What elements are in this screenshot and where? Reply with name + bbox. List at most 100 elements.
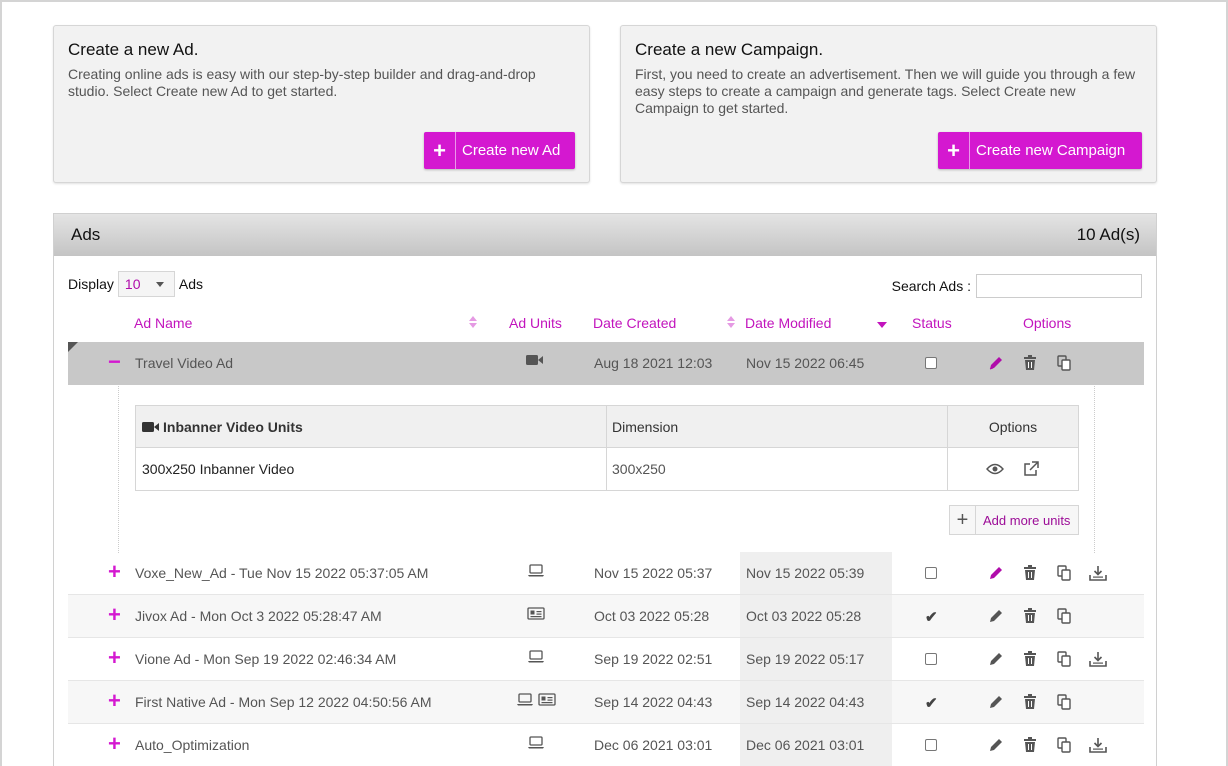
col-date-created[interactable]: Date Created bbox=[593, 315, 676, 331]
col-status[interactable]: Status bbox=[912, 315, 952, 331]
col-date-modified[interactable]: Date Modified bbox=[745, 315, 831, 331]
create-ad-card: Create a new Ad. Creating online ads is … bbox=[53, 25, 590, 183]
plus-icon: + bbox=[424, 132, 456, 169]
expand-icon[interactable]: + bbox=[108, 561, 121, 583]
table-row-selected[interactable]: − Travel Video Ad Aug 18 2021 12:03 Nov … bbox=[68, 342, 1144, 385]
date-modified: Dec 06 2021 03:01 bbox=[746, 737, 865, 753]
date-created: Dec 06 2021 03:01 bbox=[594, 737, 713, 753]
trash-icon[interactable] bbox=[1020, 736, 1040, 754]
search-input[interactable] bbox=[976, 274, 1142, 298]
create-new-ad-button[interactable]: + Create new Ad bbox=[424, 132, 575, 169]
add-more-units-button[interactable]: + Add more units bbox=[949, 505, 1079, 535]
collapse-icon[interactable]: − bbox=[108, 351, 121, 373]
sort-icon[interactable] bbox=[468, 315, 478, 329]
table-row[interactable]: + Jivox Ad - Mon Oct 3 2022 05:28:47 AM … bbox=[68, 595, 1144, 638]
table-row[interactable]: + Voxe_New_Ad - Tue Nov 15 2022 05:37:05… bbox=[68, 552, 1144, 595]
display-count-select[interactable]: 10 bbox=[117, 271, 175, 297]
sort-icon[interactable] bbox=[726, 315, 736, 329]
table-row[interactable]: + Vione Ad - Mon Sep 19 2022 02:46:34 AM… bbox=[68, 638, 1144, 681]
date-created: Oct 03 2022 05:28 bbox=[594, 608, 710, 624]
date-modified: Oct 03 2022 05:28 bbox=[746, 608, 862, 624]
trash-icon[interactable] bbox=[1020, 650, 1040, 668]
edit-pencil-icon[interactable] bbox=[986, 564, 1006, 582]
status-checkbox[interactable] bbox=[925, 355, 937, 372]
eye-icon[interactable] bbox=[985, 460, 1005, 478]
display-control: Display 10 Ads bbox=[68, 271, 203, 297]
expand-icon[interactable]: + bbox=[108, 604, 121, 626]
create-campaign-description: First, you need to create an advertiseme… bbox=[635, 66, 1136, 116]
trash-icon[interactable] bbox=[1020, 607, 1040, 625]
status-checkbox[interactable] bbox=[925, 739, 937, 751]
edit-pencil-icon[interactable] bbox=[986, 354, 1006, 372]
ad-units bbox=[527, 607, 545, 620]
create-ad-title: Create a new Ad. bbox=[68, 40, 199, 59]
expand-icon[interactable]: + bbox=[108, 690, 121, 712]
date-created: Sep 19 2022 02:51 bbox=[594, 651, 713, 667]
row-options bbox=[986, 354, 1074, 372]
ads-panel-header: Ads 10 Ad(s) bbox=[54, 214, 1156, 256]
copy-icon[interactable] bbox=[1054, 354, 1074, 372]
ad-units bbox=[516, 693, 556, 706]
page-frame: Create a new Ad. Creating online ads is … bbox=[0, 0, 1228, 766]
trash-icon[interactable] bbox=[1020, 354, 1040, 372]
status-cell: ✔ bbox=[925, 694, 938, 712]
copy-icon[interactable] bbox=[1054, 736, 1074, 754]
expand-icon[interactable]: + bbox=[108, 733, 121, 755]
copy-icon[interactable] bbox=[1054, 650, 1074, 668]
download-icon[interactable] bbox=[1088, 650, 1108, 668]
edit-pencil-icon[interactable] bbox=[986, 736, 1006, 754]
col-ad-name[interactable]: Ad Name bbox=[134, 315, 192, 331]
date-created: Aug 18 2021 12:03 bbox=[594, 355, 713, 371]
create-ad-description: Creating online ads is easy with our ste… bbox=[68, 66, 536, 99]
create-new-campaign-button[interactable]: + Create new Campaign bbox=[938, 132, 1142, 169]
laptop-icon bbox=[516, 693, 534, 706]
ad-name[interactable]: Jivox Ad - Mon Oct 3 2022 05:28:47 AM bbox=[135, 608, 382, 624]
unit-name: 300x250 Inbanner Video bbox=[136, 448, 607, 490]
ad-name[interactable]: Voxe_New_Ad - Tue Nov 15 2022 05:37:05 A… bbox=[135, 565, 428, 581]
ad-name[interactable]: Vione Ad - Mon Sep 19 2022 02:46:34 AM bbox=[135, 651, 396, 667]
date-modified: Nov 15 2022 06:45 bbox=[746, 355, 865, 371]
checkmark-icon[interactable]: ✔ bbox=[925, 695, 938, 712]
trash-icon[interactable] bbox=[1020, 564, 1040, 582]
date-modified: Sep 19 2022 05:17 bbox=[746, 651, 865, 667]
copy-icon[interactable] bbox=[1054, 693, 1074, 711]
create-new-campaign-label: Create new Campaign bbox=[976, 142, 1126, 159]
display-label: Display bbox=[68, 276, 114, 292]
download-icon[interactable] bbox=[1088, 564, 1108, 582]
status-checkbox[interactable] bbox=[925, 653, 937, 665]
native-card-icon bbox=[527, 607, 545, 620]
trash-icon[interactable] bbox=[1020, 693, 1040, 711]
status-checkbox[interactable] bbox=[925, 567, 937, 579]
expanded-units-area: Inbanner Video Units Dimension Options 3… bbox=[118, 386, 1095, 553]
status-cell bbox=[925, 565, 937, 582]
table-row[interactable]: + First Native Ad - Mon Sep 12 2022 04:5… bbox=[68, 681, 1144, 724]
ad-units bbox=[526, 354, 544, 366]
ad-name[interactable]: Travel Video Ad bbox=[135, 355, 233, 371]
edit-pencil-icon[interactable] bbox=[986, 650, 1006, 668]
video-icon bbox=[526, 355, 543, 365]
native-card-icon bbox=[538, 693, 556, 706]
ads-count: 10 Ad(s) bbox=[1076, 225, 1140, 244]
download-icon[interactable] bbox=[1088, 736, 1108, 754]
ad-name[interactable]: Auto_Optimization bbox=[135, 737, 249, 753]
col-ad-units[interactable]: Ad Units bbox=[509, 315, 562, 331]
copy-icon[interactable] bbox=[1054, 564, 1074, 582]
external-link-icon[interactable] bbox=[1021, 460, 1041, 478]
create-campaign-title: Create a new Campaign. bbox=[635, 40, 824, 59]
unit-header-label: Inbanner Video Units bbox=[163, 418, 303, 435]
expand-icon[interactable]: + bbox=[108, 647, 121, 669]
row-options bbox=[986, 607, 1074, 625]
add-more-units-label: Add more units bbox=[983, 512, 1071, 528]
chevron-down-icon bbox=[155, 281, 164, 287]
copy-icon[interactable] bbox=[1054, 607, 1074, 625]
ad-name[interactable]: First Native Ad - Mon Sep 12 2022 04:50:… bbox=[135, 694, 432, 710]
ads-panel-title: Ads bbox=[71, 225, 101, 244]
edit-pencil-icon[interactable] bbox=[986, 693, 1006, 711]
edit-pencil-icon[interactable] bbox=[986, 607, 1006, 625]
ad-units bbox=[527, 650, 545, 663]
laptop-icon bbox=[527, 736, 545, 749]
date-created: Nov 15 2022 05:37 bbox=[594, 565, 713, 581]
sort-descending-icon[interactable] bbox=[877, 322, 887, 328]
table-row[interactable]: + Auto_Optimization Dec 06 2021 03:01 De… bbox=[68, 724, 1144, 766]
checkmark-icon[interactable]: ✔ bbox=[925, 609, 938, 626]
